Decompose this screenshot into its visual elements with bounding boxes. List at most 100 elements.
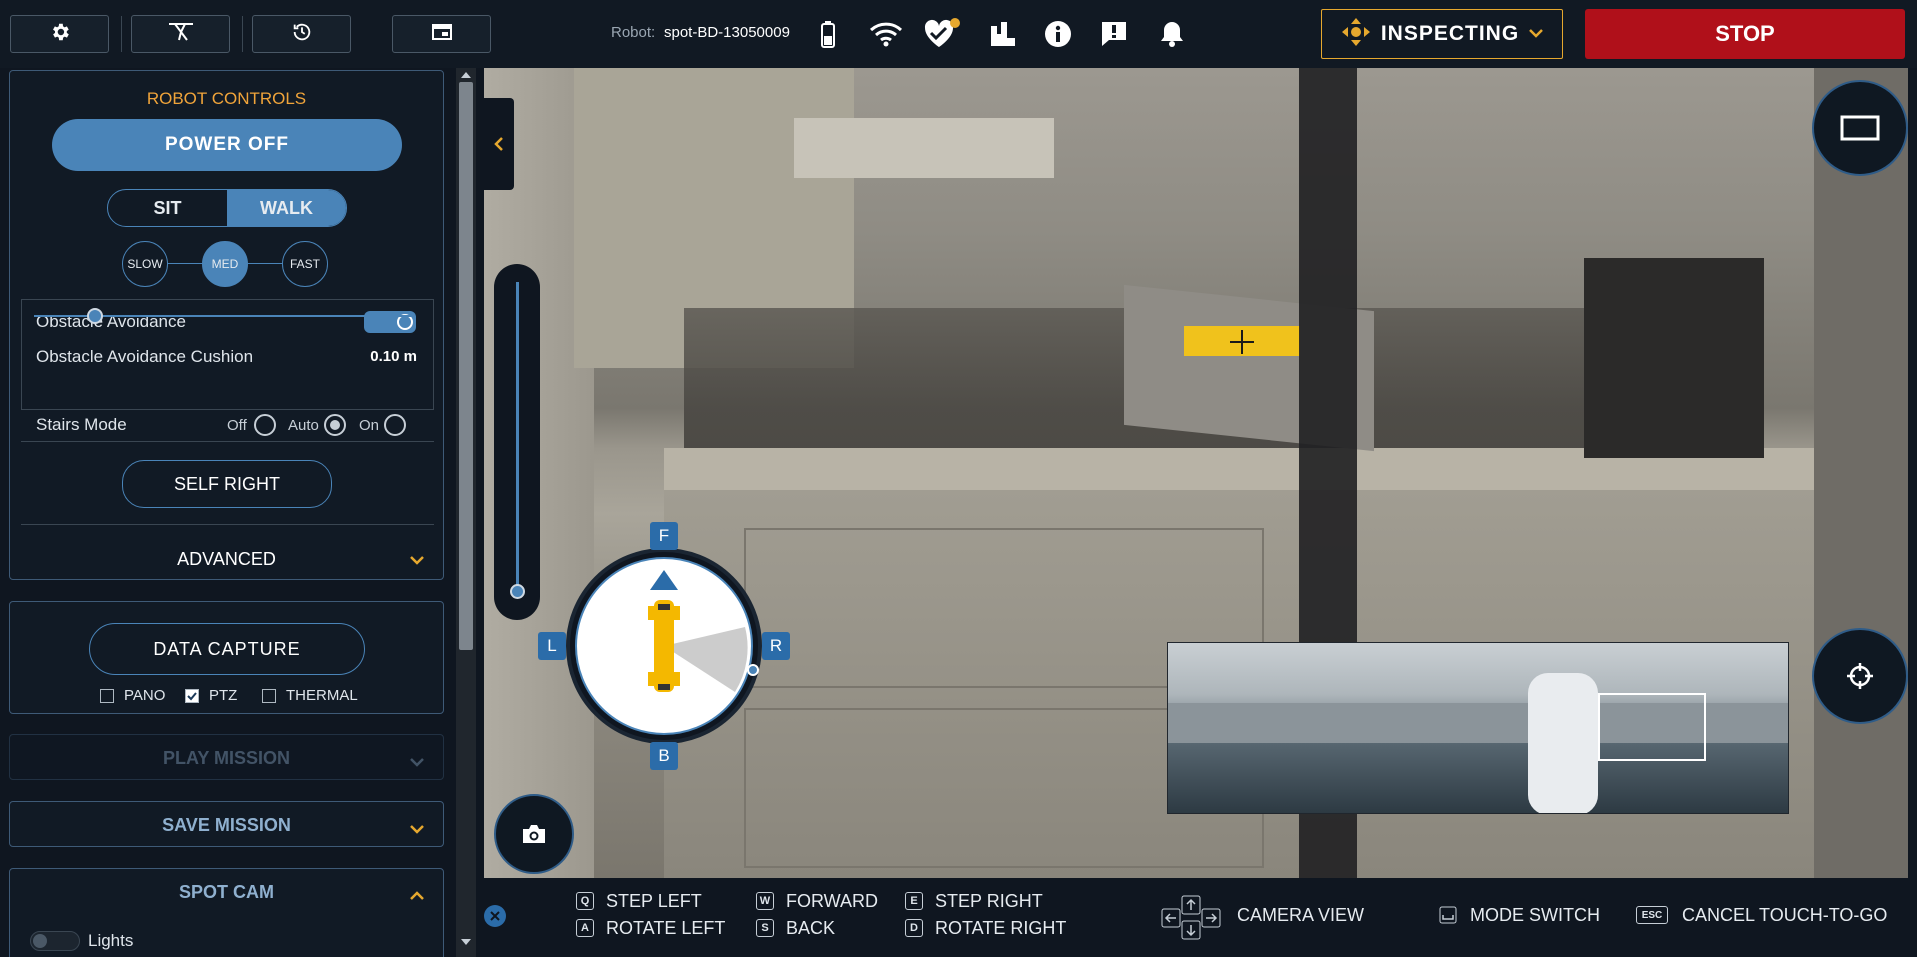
chevron-down-icon <box>409 754 425 772</box>
stairs-auto-radio[interactable] <box>324 414 346 436</box>
lights-toggle[interactable] <box>30 931 80 951</box>
chevron-down-icon[interactable] <box>409 821 425 839</box>
stairs-off-label: Off <box>227 417 247 434</box>
history-button[interactable] <box>252 15 351 53</box>
ptz-view-indicator[interactable] <box>1598 693 1706 761</box>
stairs-off-radio[interactable] <box>254 414 276 436</box>
crosshair-icon <box>1230 330 1254 354</box>
recenter-button[interactable] <box>1812 628 1908 724</box>
speed-fast-button[interactable]: FAST <box>282 241 328 287</box>
self-right-button[interactable]: SELF RIGHT <box>122 460 332 508</box>
esc-key: ESC <box>1636 906 1668 924</box>
cushion-label: Obstacle Avoidance Cushion <box>36 347 254 366</box>
step-left-label: STEP LEFT <box>606 891 702 911</box>
fullscreen-button[interactable] <box>1812 80 1908 176</box>
speed-med-button[interactable]: MED <box>202 241 248 287</box>
lights-label: Lights <box>88 931 134 950</box>
turn-handle[interactable] <box>747 664 759 676</box>
robot-icon <box>648 600 680 692</box>
mode-dropdown[interactable]: INSPECTING <box>1321 9 1563 59</box>
sit-button[interactable]: SIT <box>108 190 227 226</box>
target-icon <box>1847 663 1873 689</box>
check-icon <box>187 692 197 701</box>
top-bar: Robot: spot-BD-13050009 INSPECTING STOP <box>0 0 1917 68</box>
scroll-up-icon[interactable] <box>459 70 473 80</box>
cushion-slider-handle[interactable] <box>87 308 103 324</box>
cushion-value: 0.10 m <box>370 348 417 365</box>
a-key: A <box>576 919 594 937</box>
power-off-button[interactable]: POWER OFF <box>52 119 402 171</box>
play-mission-panel: PLAY MISSION <box>9 734 444 780</box>
thermal-checkbox[interactable] <box>262 689 276 703</box>
bell-icon[interactable] <box>1152 14 1192 54</box>
mode-switch-label: MODE SWITCH <box>1470 905 1600 925</box>
collapse-panel-button[interactable] <box>484 98 514 190</box>
back-tag: B <box>650 742 678 770</box>
toolbar-divider <box>121 16 122 52</box>
left-tag: L <box>538 632 566 660</box>
speed-slow-button[interactable]: SLOW <box>122 241 168 287</box>
toggle-knob <box>33 934 47 948</box>
play-mission-toggle[interactable]: PLAY MISSION <box>10 748 443 769</box>
pano-checkbox[interactable] <box>100 689 114 703</box>
back-label: BACK <box>786 918 836 938</box>
chevron-down-icon[interactable] <box>409 552 425 570</box>
divider <box>21 441 434 442</box>
e-key: E <box>905 892 923 910</box>
info-icon[interactable] <box>1038 14 1078 54</box>
toolbar-divider <box>242 16 243 52</box>
left-panel: ROBOT CONTROLS POWER OFF SIT WALK SLOW M… <box>0 68 476 957</box>
snapshot-button[interactable] <box>494 794 574 874</box>
scene-device <box>1584 258 1764 458</box>
height-slider-track <box>516 282 519 592</box>
history-icon <box>291 21 313 48</box>
shortcut-bar: Q STEP LEFT A ROTATE LEFT W FORWARD S BA… <box>484 878 1917 957</box>
s-key: S <box>756 919 774 937</box>
chevron-down-icon <box>1529 25 1544 43</box>
walk-button[interactable]: WALK <box>227 190 346 226</box>
data-capture-button[interactable]: DATA CAPTURE <box>89 623 365 675</box>
save-mission-panel: SAVE MISSION <box>9 801 444 847</box>
rotate-right-label: ROTATE RIGHT <box>935 918 1067 938</box>
camera-feed[interactable]: F B L R <box>484 68 1908 878</box>
height-slider[interactable] <box>494 264 540 620</box>
screen-icon <box>1840 115 1880 141</box>
panel-title: ROBOT CONTROLS <box>146 89 307 108</box>
divider <box>21 524 434 525</box>
height-slider-handle[interactable] <box>510 584 525 599</box>
mode-label: INSPECTING <box>1380 22 1520 45</box>
robot-label: Robot: <box>611 24 656 41</box>
scroll-down-icon[interactable] <box>459 937 473 947</box>
sit-walk-toggle: SIT WALK <box>107 189 347 227</box>
alert-icon[interactable] <box>1094 14 1134 54</box>
scrollbar-thumb[interactable] <box>459 82 473 650</box>
spot-cam-toggle[interactable]: SPOT CAM <box>10 882 443 903</box>
close-icon[interactable] <box>484 905 506 927</box>
robot-pose-button[interactable] <box>131 15 230 53</box>
forward-label: FORWARD <box>786 891 878 911</box>
q-key: Q <box>576 892 594 910</box>
stairs-on-radio[interactable] <box>384 414 406 436</box>
payload-icon[interactable] <box>982 14 1022 54</box>
layout-button[interactable] <box>392 15 491 53</box>
stairs-on-label: On <box>359 417 380 434</box>
stop-button[interactable]: STOP <box>1585 9 1905 59</box>
chevron-up-icon[interactable] <box>409 888 425 906</box>
right-tag: R <box>762 632 790 660</box>
ptz-checkbox[interactable] <box>185 689 199 703</box>
health-icon[interactable] <box>922 14 962 54</box>
step-right-label: STEP RIGHT <box>935 891 1043 911</box>
camera-icon <box>523 825 545 843</box>
save-mission-toggle[interactable]: SAVE MISSION <box>10 815 443 836</box>
data-capture-panel: DATA CAPTURE PANO PTZ THERMAL <box>9 601 444 714</box>
advanced-toggle[interactable]: ADVANCED <box>10 549 443 570</box>
stairs-auto-label: Auto <box>288 417 319 434</box>
drive-compass[interactable] <box>566 548 762 744</box>
robot-controls-panel: ROBOT CONTROLS POWER OFF SIT WALK SLOW M… <box>9 70 444 580</box>
battery-icon[interactable] <box>808 14 848 54</box>
spot-cam-panel: SPOT CAM Lights <box>9 868 444 957</box>
rotate-left-label: ROTATE LEFT <box>606 918 726 938</box>
settings-button[interactable] <box>10 15 109 53</box>
wifi-icon[interactable] <box>866 14 906 54</box>
panorama-thumbnail[interactable] <box>1167 642 1789 814</box>
